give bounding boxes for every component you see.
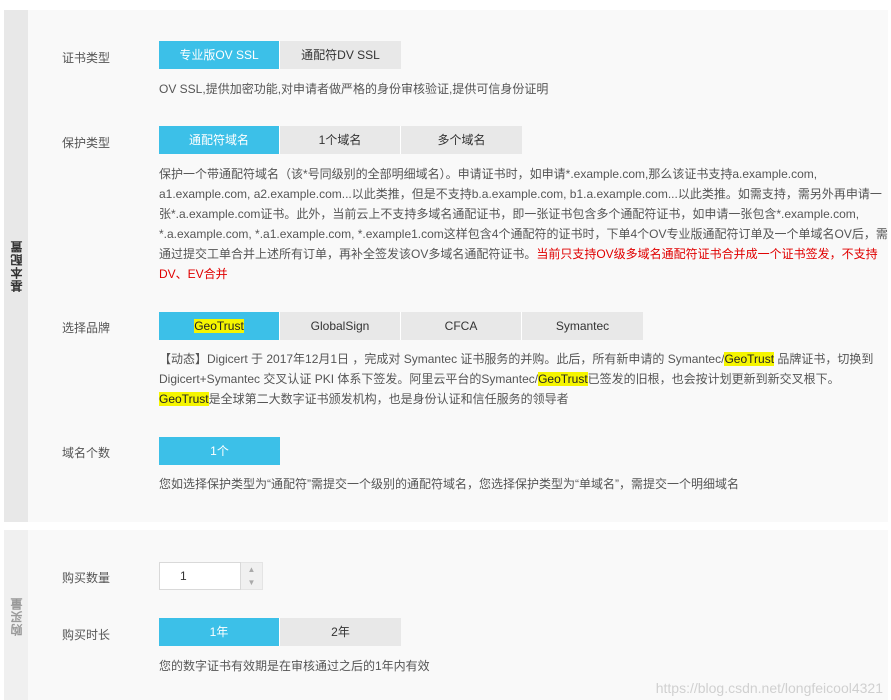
brand-option-globalsign[interactable]: GlobalSign (280, 312, 401, 340)
quantity-label: 购买数量 (62, 571, 111, 585)
duration-option-2y[interactable]: 2年 (280, 618, 401, 646)
basic-config-side-label-text: 基本配置 (9, 240, 24, 292)
brand-label: 选择品牌 (62, 321, 111, 335)
decrement-arrow-icon[interactable]: ▼ (241, 576, 262, 589)
brand-desc: 【动态】Digicert 于 2017年12月1日 ，完成对 Symantec … (159, 349, 889, 409)
protect-type-warning-cont: DV、EV合并 (159, 267, 228, 281)
basic-config-side-label: 基本配置 (4, 10, 28, 522)
protect-type-label: 保护类型 (62, 136, 111, 150)
protect-type-desc-text: 通过提交工单合并上述所有订单，再补全签发该OV多域名通配符证书。 (159, 247, 537, 261)
duration-option-1y[interactable]: 1年 (159, 618, 280, 646)
brand-options: GeoTrust GlobalSign CFCA Symantec (159, 312, 643, 340)
brand-desc-highlight: GeoTrust (538, 372, 588, 386)
duration-desc: 您的数字证书有效期是在审核通过之后的1年内有效 (159, 659, 430, 673)
brand-desc-text: Digicert+Symantec 交叉认证 PKI 体系下签发。阿里云平台的S… (159, 372, 539, 386)
brand-desc-text: 已签发的旧根，也会按计划更新到新交叉根下。 (587, 372, 840, 386)
brand-desc-line: GeoTrust是全球第二大数字证书颁发机构，也是身份认证和信任服务的领导者 (159, 389, 889, 409)
brand-desc-text: 品牌证书，切换到 (774, 352, 874, 366)
protect-type-desc-line: 通过提交工单合并上述所有订单，再补全签发该OV多域名通配符证书。当前只支持OV级… (159, 244, 889, 264)
domain-count-option-1[interactable]: 1个 (159, 437, 280, 465)
protect-type-desc-line: *.a.example.com, *.a1.example.com, *.exa… (159, 227, 888, 241)
protect-type-desc-line: a1.example.com, a2.example.com...以此类推，但是… (159, 187, 882, 201)
purchase-section: 购买量 购买数量 ▲ ▼ 购买时长 1年 2年 您的数字证书有效期是在审核通过之… (4, 530, 888, 700)
brand-option-cfca[interactable]: CFCA (401, 312, 522, 340)
cert-type-options: 专业版OV SSL 通配符DV SSL (159, 41, 401, 69)
cert-type-option-dv[interactable]: 通配符DV SSL (280, 41, 401, 69)
brand-desc-line: Digicert+Symantec 交叉认证 PKI 体系下签发。阿里云平台的S… (159, 369, 889, 389)
protect-type-options: 通配符域名 1个域名 多个域名 (159, 126, 522, 154)
protect-type-desc-line: 保护一个带通配符域名（该*号同级别的全部明细域名）。申请证书时，如申请*.exa… (159, 167, 818, 181)
brand-desc-text: 是全球第二大数字证书颁发机构，也是身份认证和信任服务的领导者 (208, 392, 569, 406)
basic-config-section: 基本配置 证书类型 专业版OV SSL 通配符DV SSL OV SSL,提供加… (4, 10, 888, 522)
purchase-side-label-text: 购买量 (9, 596, 24, 636)
protect-type-warning: 当前只支持OV级多域名通配符证书合并成一个证书签发，不支持 (536, 247, 878, 261)
protect-type-option-wildcard[interactable]: 通配符域名 (159, 126, 280, 154)
brand-desc-line: 【动态】Digicert 于 2017年12月1日 ，完成对 Symantec … (159, 349, 889, 369)
quantity-input[interactable] (159, 562, 241, 590)
cert-type-label: 证书类型 (62, 51, 111, 65)
protect-type-option-single[interactable]: 1个域名 (280, 126, 401, 154)
brand-option-geotrust-text: GeoTrust (194, 319, 244, 333)
cert-type-option-ov[interactable]: 专业版OV SSL (159, 41, 280, 69)
cert-type-desc: OV SSL,提供加密功能,对申请者做严格的身份审核验证,提供可信身份证明 (159, 82, 549, 96)
brand-option-symantec[interactable]: Symantec (522, 312, 643, 340)
domain-count-desc: 您如选择保护类型为“通配符”需提交一个级别的通配符域名，您选择保护类型为“单域名… (159, 477, 739, 491)
increment-arrow-icon[interactable]: ▲ (241, 563, 262, 576)
brand-desc-text: 【动态】Digicert 于 2017年12月1日 ，完成对 Symantec … (159, 352, 725, 366)
purchase-side-label: 购买量 (4, 530, 28, 700)
protect-type-option-multi[interactable]: 多个域名 (401, 126, 522, 154)
domain-count-label: 域名个数 (62, 446, 111, 460)
watermark: https://blog.csdn.net/longfeicool4321 (655, 680, 883, 696)
brand-desc-highlight: GeoTrust (724, 352, 775, 366)
quantity-stepper: ▲ ▼ (159, 562, 263, 590)
quantity-stepper-buttons: ▲ ▼ (241, 562, 263, 590)
duration-label: 购买时长 (62, 628, 111, 642)
protect-type-desc-line: 张*.a.example.com证书。此外，当前云上不支持多域名通配证书，即一张… (159, 207, 860, 221)
brand-desc-highlight: GeoTrust (159, 392, 209, 406)
domain-count-options: 1个 (159, 437, 280, 465)
brand-option-geotrust[interactable]: GeoTrust (159, 312, 280, 340)
protect-type-desc: 保护一个带通配符域名（该*号同级别的全部明细域名）。申请证书时，如申请*.exa… (159, 164, 889, 284)
duration-options: 1年 2年 (159, 618, 401, 646)
